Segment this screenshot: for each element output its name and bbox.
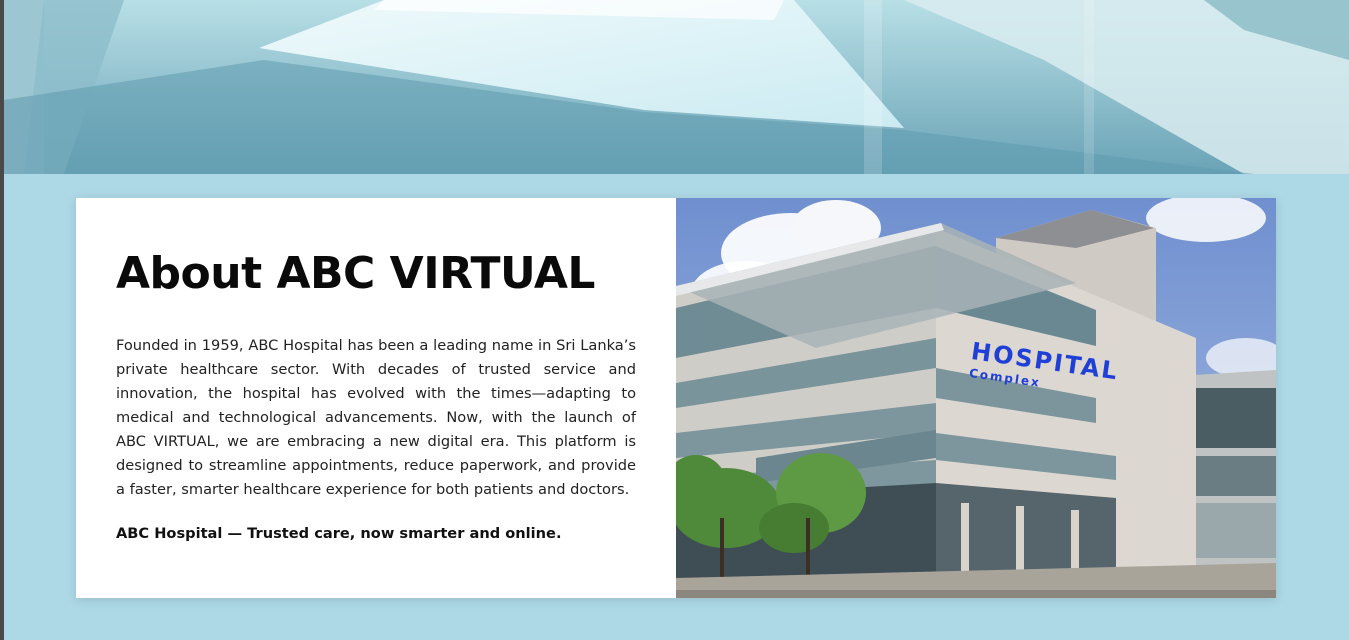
- about-title: About ABC VIRTUAL: [116, 248, 595, 299]
- about-text-panel: About ABC VIRTUAL Founded in 1959, ABC H…: [76, 198, 676, 598]
- about-description: Founded in 1959, ABC Hospital has been a…: [116, 337, 636, 498]
- about-tagline: ABC Hospital — Trusted care, now smarter…: [116, 525, 562, 542]
- hospital-building-photo: HOSPITAL Complex: [676, 198, 1276, 598]
- about-card: About ABC VIRTUAL Founded in 1959, ABC H…: [76, 198, 1276, 598]
- about-page: About ABC VIRTUAL Founded in 1959, ABC H…: [4, 0, 1349, 640]
- hero-banner-image: [4, 0, 1349, 174]
